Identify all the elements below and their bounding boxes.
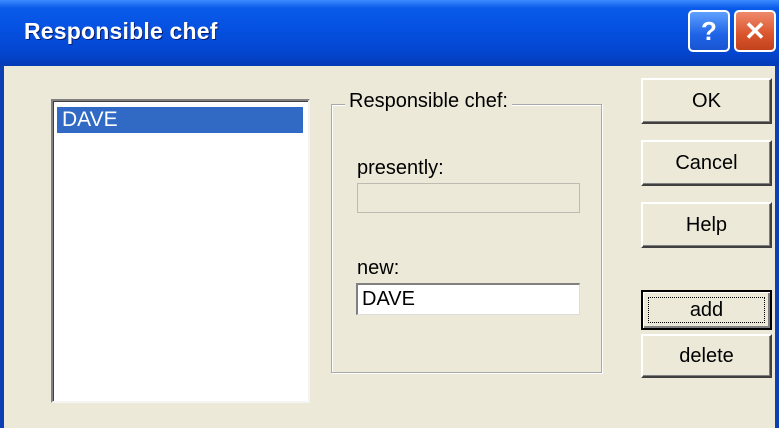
delete-button[interactable]: delete	[641, 334, 772, 378]
new-chef-input[interactable]	[356, 283, 580, 315]
help-button-label: Help	[685, 213, 728, 236]
new-label: new:	[357, 257, 400, 279]
close-x-icon: ✕	[744, 15, 766, 46]
responsible-chef-group	[331, 104, 602, 373]
window-title: Responsible chef	[24, 18, 218, 44]
cancel-button-label: Cancel	[675, 151, 738, 174]
help-button[interactable]: Help	[641, 202, 772, 248]
ok-button[interactable]: OK	[641, 78, 772, 124]
delete-button-label: delete	[679, 344, 734, 367]
title-bar[interactable]: Responsible chef ? ✕	[0, 0, 779, 66]
presently-field	[357, 183, 580, 213]
ok-button-label: OK	[692, 89, 721, 112]
help-icon[interactable]: ?	[688, 10, 730, 52]
chef-listbox[interactable]: DAVE	[51, 99, 310, 403]
question-mark-icon: ?	[701, 15, 717, 46]
presently-label: presently:	[357, 157, 444, 179]
group-legend: Responsible chef:	[345, 90, 512, 113]
cancel-button[interactable]: Cancel	[641, 140, 772, 186]
focus-rectangle	[648, 297, 765, 323]
close-icon[interactable]: ✕	[734, 10, 776, 52]
list-item[interactable]: DAVE	[57, 107, 303, 133]
add-button[interactable]: add	[641, 290, 772, 330]
